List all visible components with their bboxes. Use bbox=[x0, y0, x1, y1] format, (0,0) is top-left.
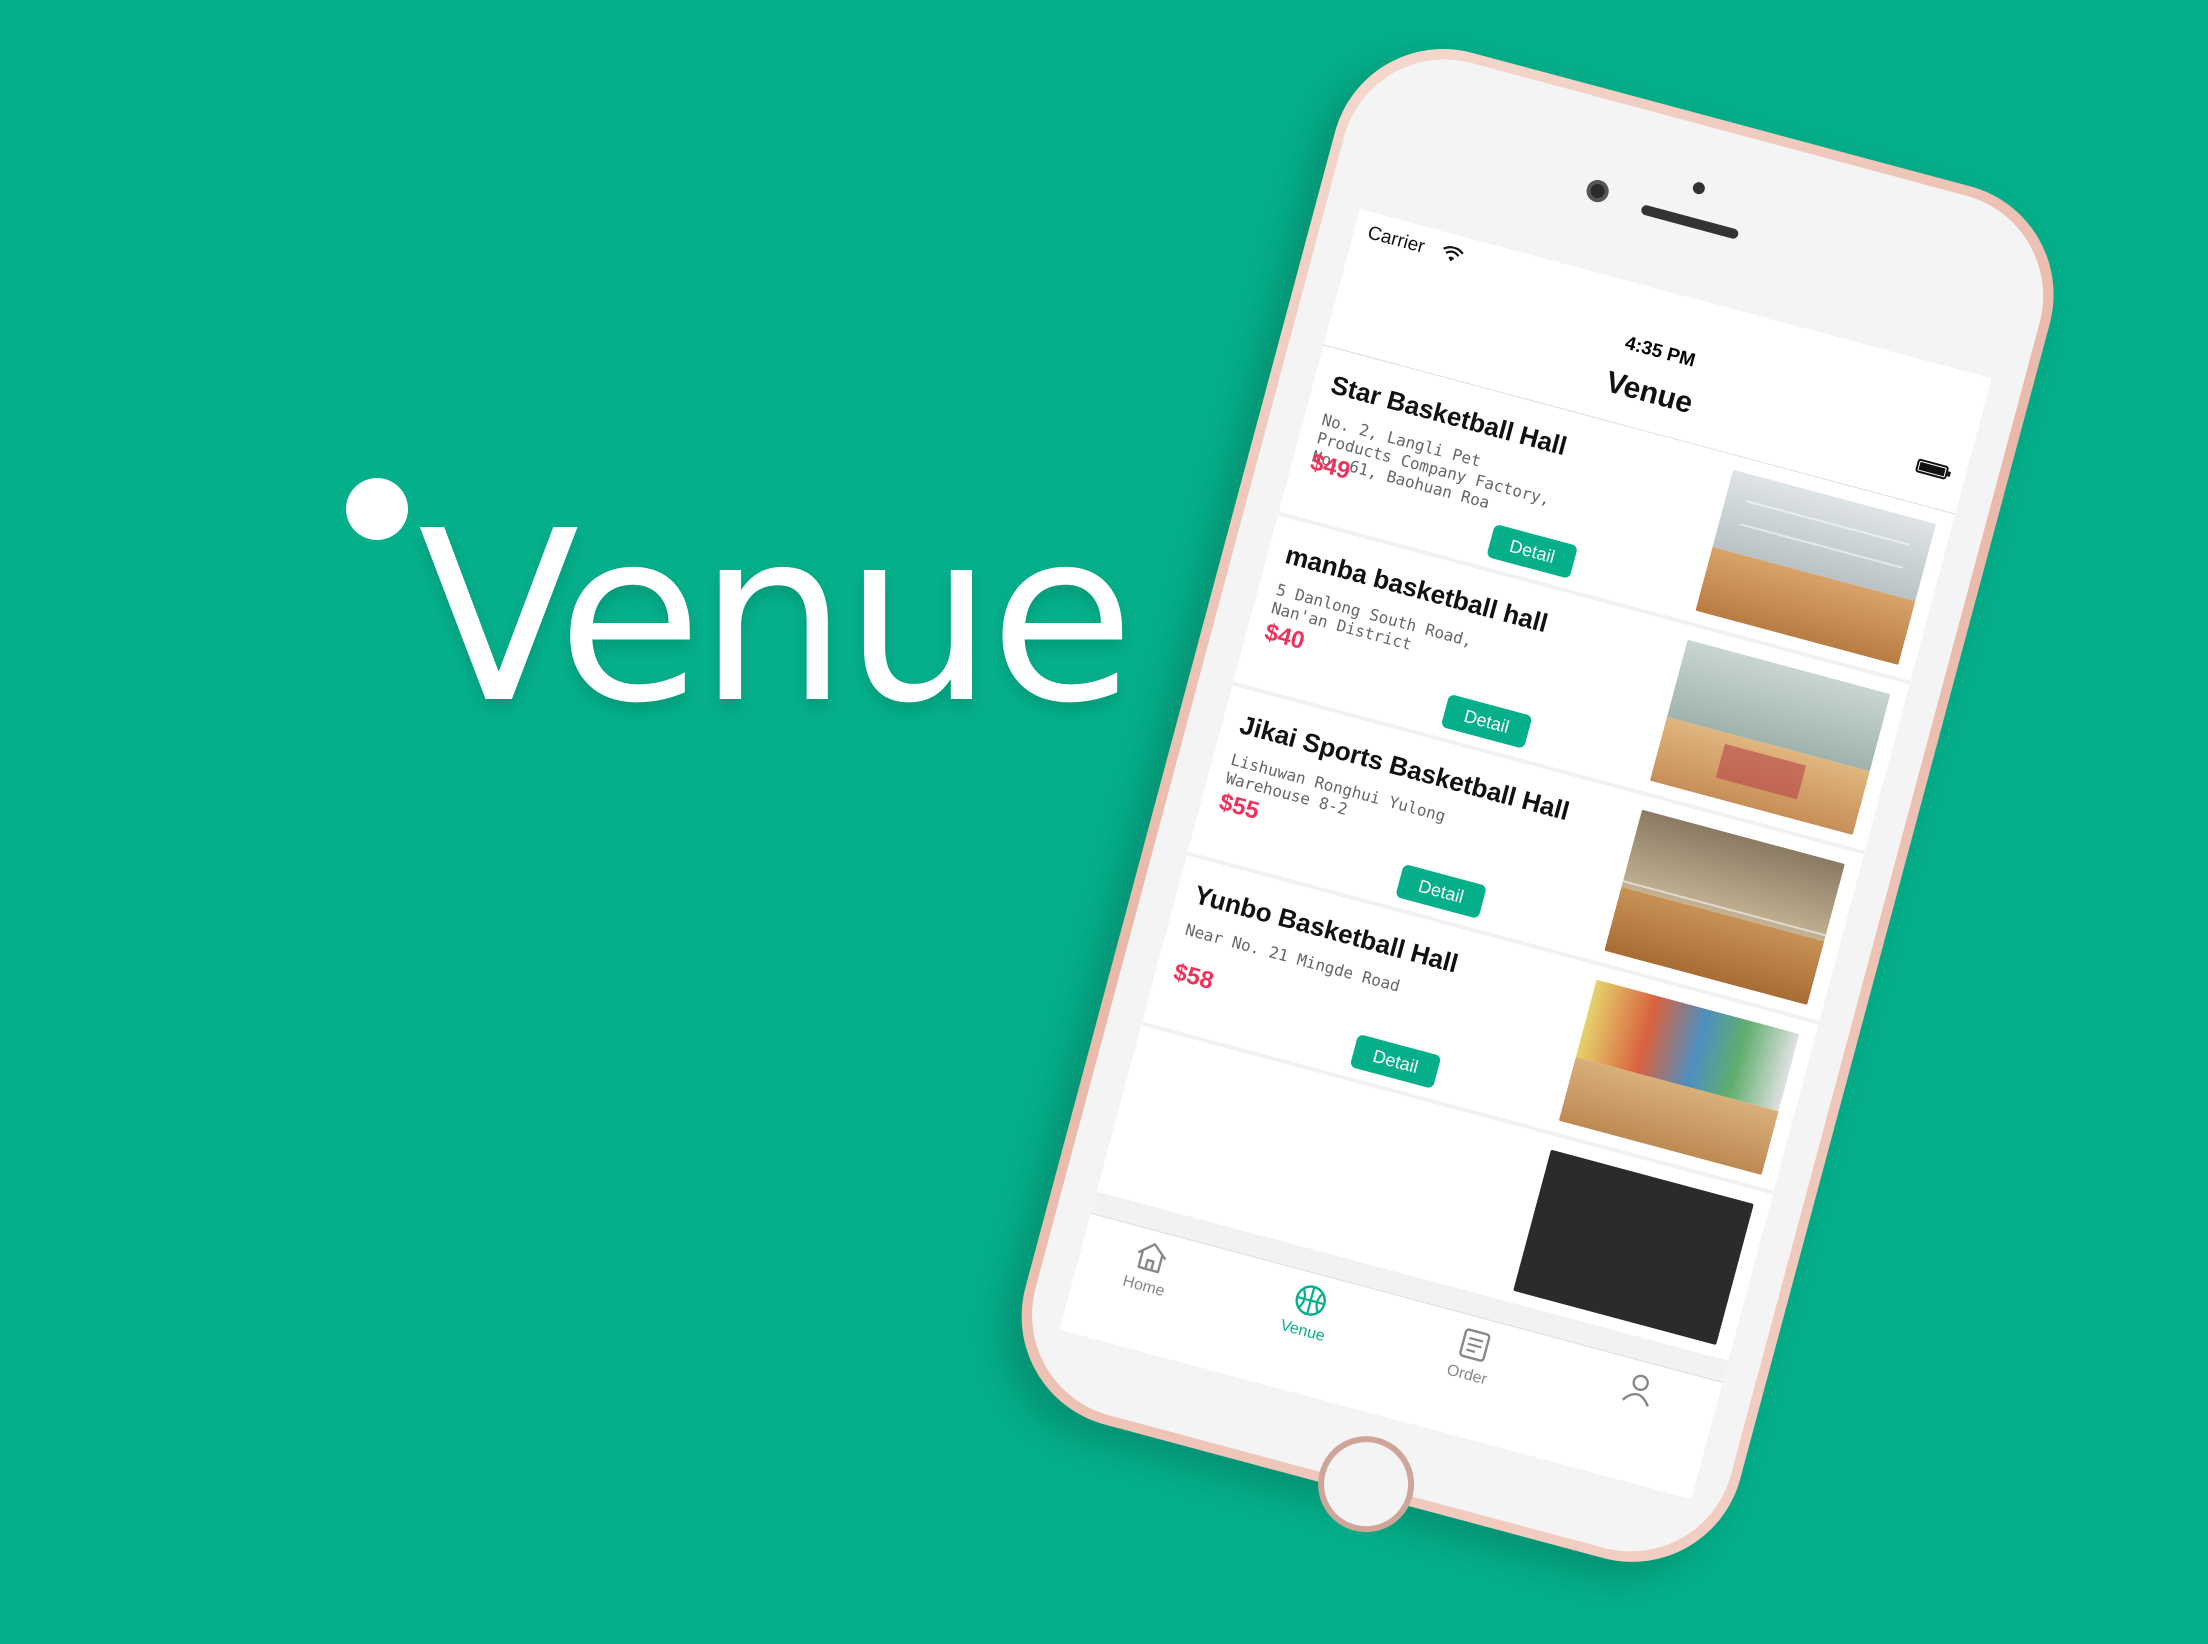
detail-button[interactable]: Detail bbox=[1486, 523, 1579, 579]
app-screen: Carrier 4:35 PM Venue Star Basketball Ha… bbox=[1059, 209, 1992, 1499]
wifi-icon bbox=[1443, 246, 1464, 262]
brand-wordmark: Venue bbox=[418, 480, 1135, 755]
order-list-icon bbox=[1459, 1328, 1491, 1362]
venue-price: $58 bbox=[1170, 958, 1217, 995]
front-camera-icon bbox=[1584, 177, 1612, 205]
logo-dot-icon bbox=[346, 478, 408, 540]
phone-mockup: Carrier 4:35 PM Venue Star Basketball Ha… bbox=[996, 23, 2156, 1589]
venue-photo bbox=[1513, 1149, 1754, 1346]
proximity-sensor-icon bbox=[1691, 180, 1707, 196]
detail-button[interactable]: Detail bbox=[1349, 1033, 1442, 1089]
profile-icon bbox=[1621, 1374, 1649, 1407]
phone-body: Carrier 4:35 PM Venue Star Basketball Ha… bbox=[1008, 36, 2067, 1575]
tab-label: Home bbox=[1120, 1272, 1167, 1301]
venue-photo bbox=[1649, 639, 1891, 836]
venue-photo bbox=[1604, 809, 1845, 1006]
home-icon bbox=[1137, 1243, 1167, 1274]
venue-photo bbox=[1695, 469, 1937, 666]
phone-frame: Carrier 4:35 PM Venue Star Basketball Ha… bbox=[996, 23, 2079, 1588]
tab-label: Order bbox=[1444, 1361, 1489, 1389]
tab-label: Venue bbox=[1278, 1316, 1327, 1346]
detail-button[interactable]: Detail bbox=[1440, 693, 1533, 749]
earpiece-speaker-icon bbox=[1640, 204, 1740, 240]
venue-photo bbox=[1558, 979, 1800, 1176]
brand-logo: Venue bbox=[340, 470, 1160, 740]
carrier-label: Carrier bbox=[1365, 222, 1427, 258]
venue-list[interactable]: Star Basketball Hall No. 2, Langli Pet P… bbox=[1090, 345, 1956, 1383]
home-button[interactable] bbox=[1307, 1425, 1425, 1543]
basketball-icon bbox=[1295, 1285, 1326, 1316]
detail-button[interactable]: Detail bbox=[1395, 863, 1488, 919]
